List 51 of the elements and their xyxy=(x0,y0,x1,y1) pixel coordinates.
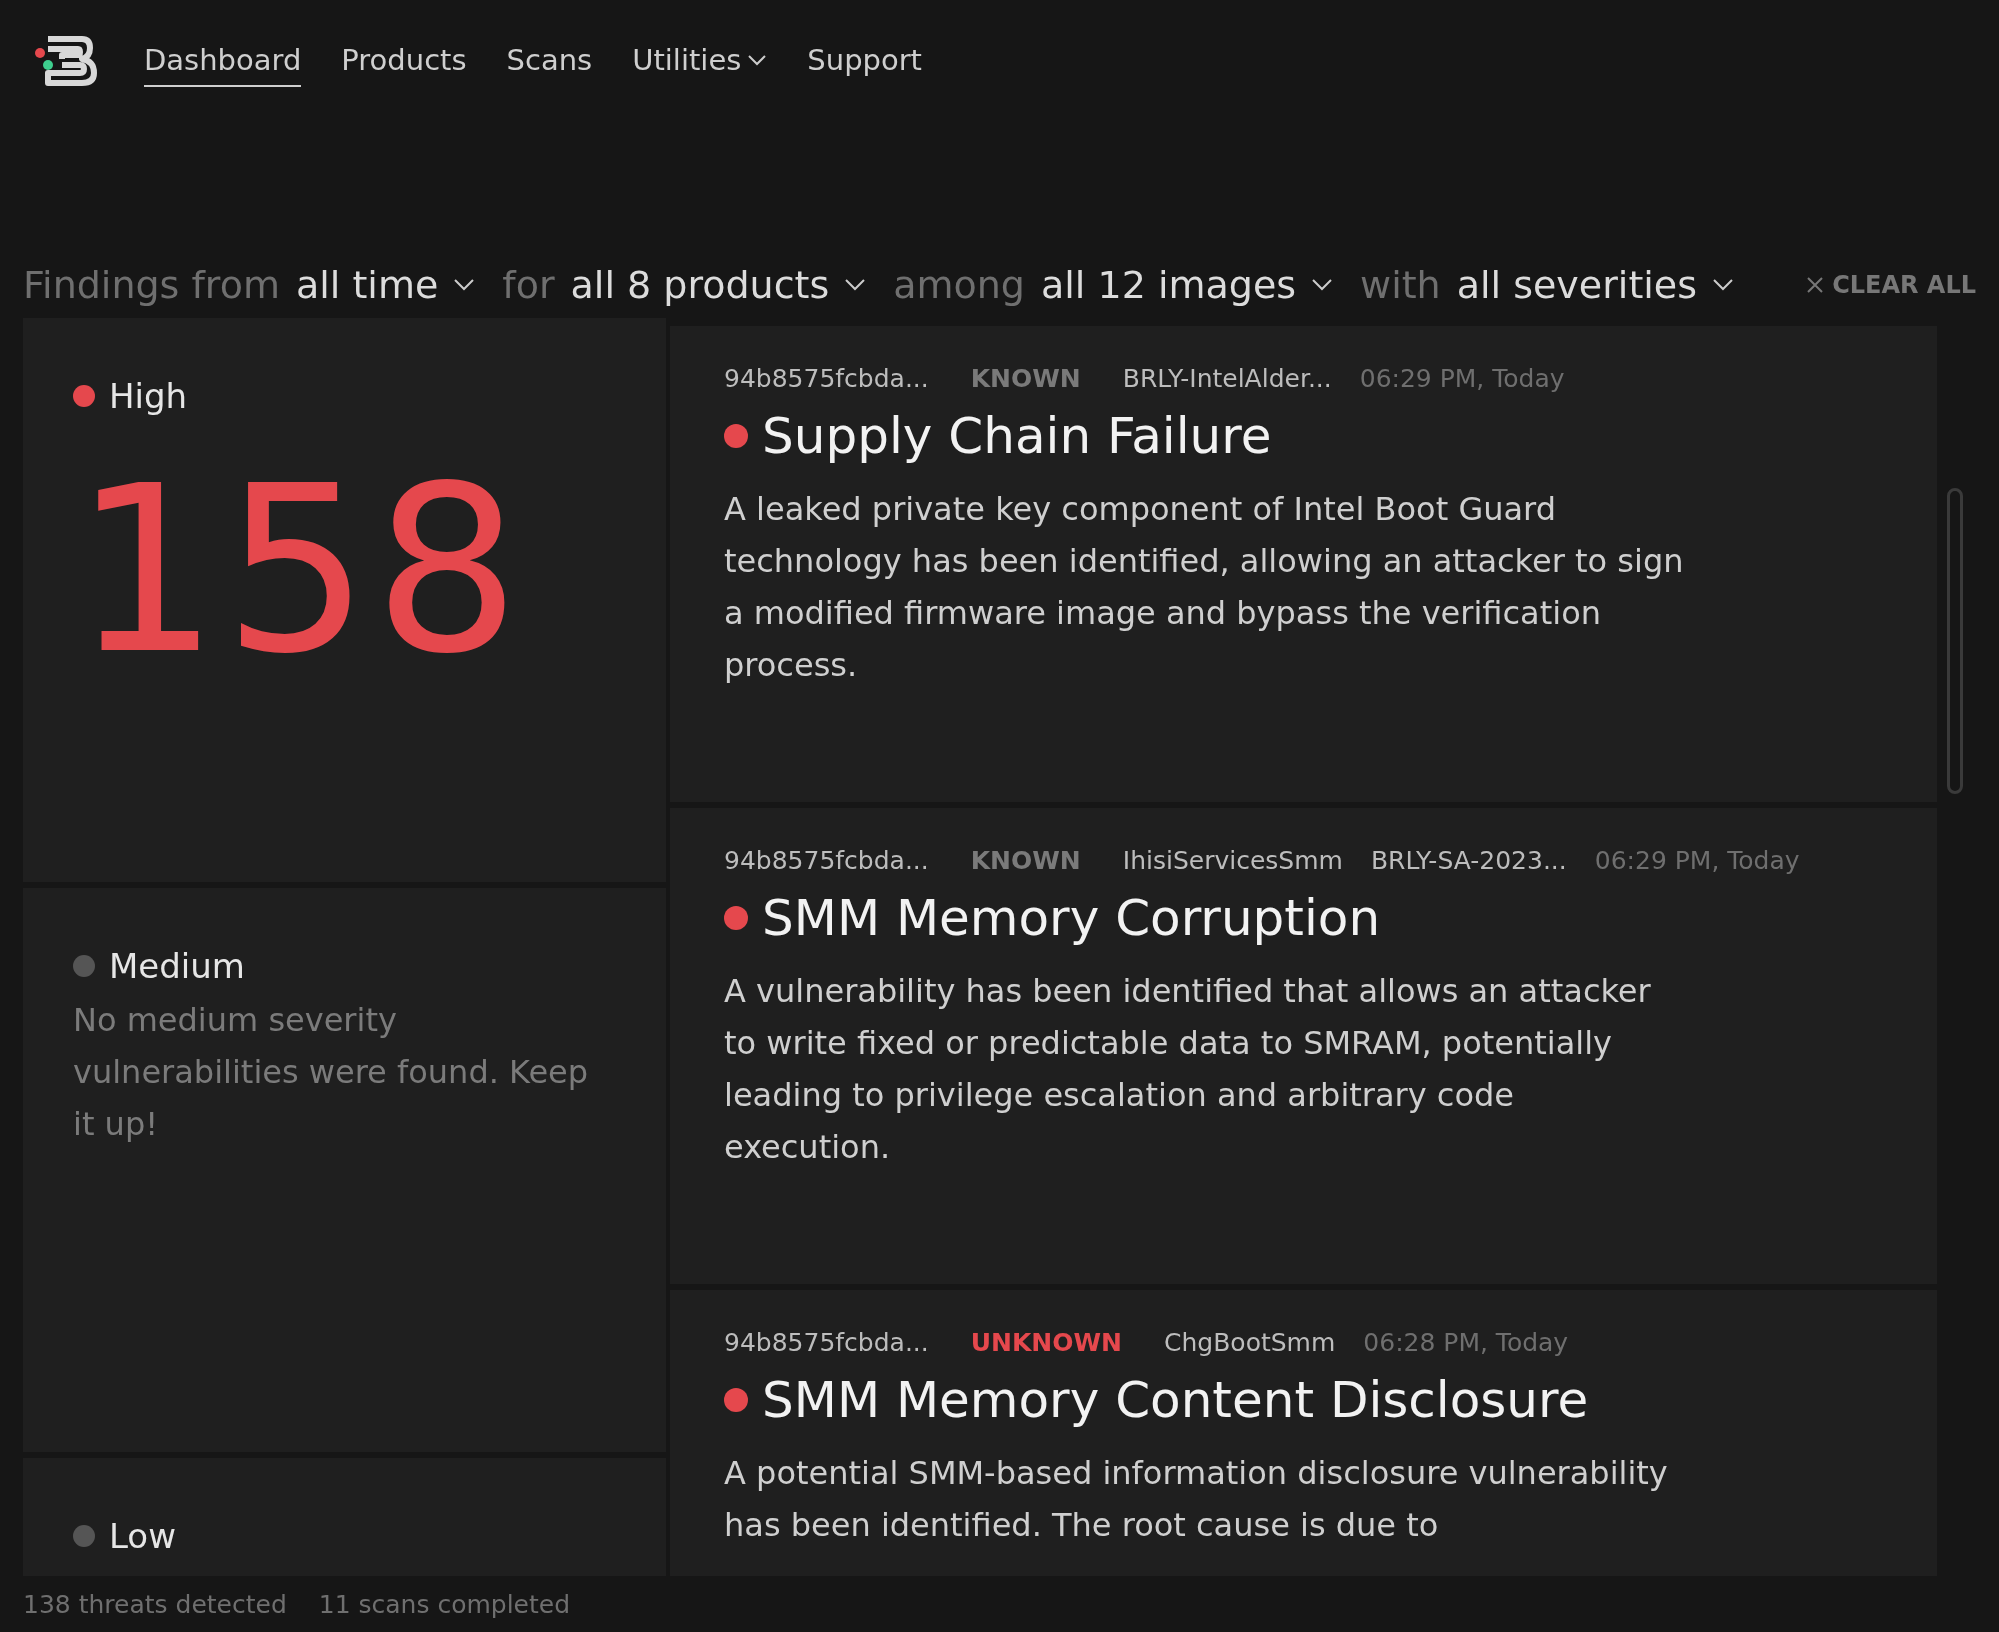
image-hash: 94b8575fcbda... xyxy=(724,1328,929,1357)
meta-text: IhisiServicesSmm xyxy=(1122,846,1343,875)
status-tag: KNOWN xyxy=(970,846,1081,875)
finding-title: SMM Memory Corruption xyxy=(762,889,1381,947)
chevron-down-icon xyxy=(1711,277,1736,293)
finding-description: A potential SMM-based information disclosure vulnerability has been identified. The root cause is due to xyxy=(724,1453,1669,1546)
nav-link[interactable]: Utilities xyxy=(632,35,768,87)
status-tag: KNOWN xyxy=(970,364,1081,393)
severity-label: Low xyxy=(109,1516,176,1556)
close-icon xyxy=(1806,276,1825,294)
severity-message: No medium severity vulnerabilities were found. Keep it up! xyxy=(73,1000,590,1145)
finding-description: A vulnerability has been identified that allows an attacker to write fixed or predictable data to SMRAM, potentially leading to privilege escalation and arbitrary code execution. xyxy=(724,971,1652,1168)
filter-label: with xyxy=(1360,263,1441,307)
finding-card[interactable] xyxy=(670,326,1937,802)
nav-link[interactable]: Dashboard xyxy=(144,35,302,87)
chevron-down-icon xyxy=(452,277,477,293)
timestamp: 06:29 PM, Today xyxy=(1594,846,1800,875)
severity-label: High xyxy=(109,376,188,416)
chevron-down-icon xyxy=(1310,277,1335,293)
timestamp: 06:28 PM, Today xyxy=(1363,1328,1569,1357)
scrollbar[interactable] xyxy=(1947,488,1963,794)
finding-card[interactable] xyxy=(670,808,1937,1284)
filter-label: for xyxy=(502,263,555,307)
filter-dropdown[interactable]: all time xyxy=(295,263,487,307)
status-tag: UNKNOWN xyxy=(970,1328,1123,1357)
finding-description: A leaked private key component of Intel Boot Guard technology has been identified, allowing an attacker to sign a modified firmware image and bypass the verification process. xyxy=(724,489,1684,686)
clear-all-button[interactable]: CLEAR ALL xyxy=(1806,271,1976,299)
finding-title: Supply Chain Failure xyxy=(762,407,1272,465)
finding-title: SMM Memory Content Disclosure xyxy=(762,1371,1589,1429)
timestamp: 06:29 PM, Today xyxy=(1359,364,1565,393)
meta-text: BRLY-IntelAlder... xyxy=(1122,364,1332,393)
meta-text: ChgBootSmm xyxy=(1164,1328,1336,1357)
filter-label: Findings from xyxy=(23,263,280,307)
chevron-down-icon xyxy=(747,53,768,67)
image-hash: 94b8575fcbda... xyxy=(724,846,929,875)
meta-text: BRLY-SA-2023... xyxy=(1370,846,1567,875)
status-text: 11 scans completed xyxy=(318,1589,571,1619)
severity-label: Medium xyxy=(109,946,245,986)
nav-link[interactable]: Products xyxy=(341,35,467,87)
logo-icon[interactable] xyxy=(34,33,98,89)
nav-link[interactable]: Support xyxy=(807,35,922,87)
filter-dropdown[interactable]: all 8 products xyxy=(570,263,878,307)
filter-label: among xyxy=(893,263,1025,307)
image-hash: 94b8575fcbda... xyxy=(724,364,929,393)
filter-dropdown[interactable]: all 12 images xyxy=(1041,263,1345,307)
finding-card[interactable]: 94b8575fcbda... UNKNOWN ChgBootSmm 06:28 PM, Today SMM Memory Content Disclosure A potential SMM-based information disclosure vulnerability has been identified. The root cause is due to xyxy=(670,1290,1937,1576)
status-text: 138 threats detected xyxy=(23,1589,287,1619)
severity-count: 158 xyxy=(73,456,525,686)
nav-link[interactable]: Scans xyxy=(506,35,593,87)
chevron-down-icon xyxy=(843,277,868,293)
filter-dropdown[interactable]: all severities xyxy=(1456,263,1746,307)
